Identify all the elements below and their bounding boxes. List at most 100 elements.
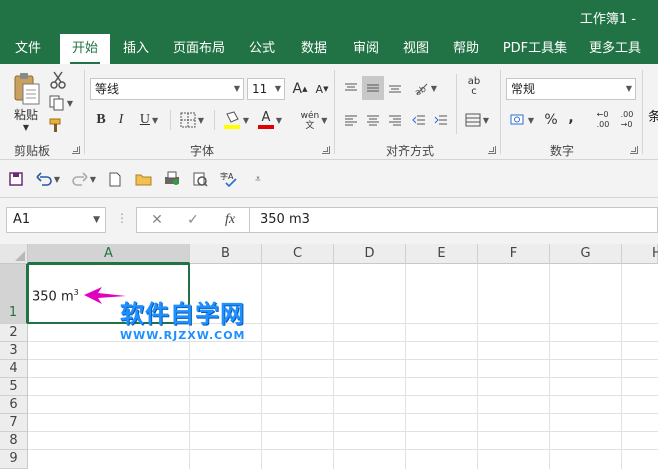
- formula-bar-grip[interactable]: ⋮: [116, 211, 128, 225]
- chevron-down-icon: ▼: [274, 84, 281, 93]
- column-header-b[interactable]: B: [190, 244, 262, 264]
- increase-decimal-button[interactable]: ←0 .00: [592, 108, 614, 132]
- bold-button[interactable]: B: [92, 110, 110, 130]
- save-icon[interactable]: [6, 168, 26, 190]
- accounting-format-button[interactable]: ▼: [506, 110, 538, 130]
- align-bottom-icon[interactable]: [386, 78, 404, 98]
- customize-qat-icon[interactable]: ⩡: [250, 168, 266, 190]
- alignment-launcher-icon[interactable]: [488, 146, 496, 154]
- decrease-indent-icon[interactable]: [410, 110, 428, 130]
- cell-a1-value[interactable]: 350 m3: [32, 288, 79, 304]
- tab-file[interactable]: 文件: [6, 34, 50, 64]
- paste-dropdown-icon[interactable]: ▼: [20, 122, 32, 132]
- tab-view[interactable]: 视图: [394, 34, 438, 64]
- gridline: [261, 264, 262, 469]
- row-header-1[interactable]: 1: [0, 264, 28, 324]
- open-folder-icon[interactable]: [134, 168, 154, 190]
- paste-label[interactable]: 粘贴: [10, 106, 42, 122]
- borders-icon: [180, 112, 196, 128]
- decrease-font-size-button[interactable]: A ▼: [313, 78, 331, 100]
- clipboard-group-label: 剪贴板: [14, 144, 51, 158]
- tab-data[interactable]: 数据: [292, 34, 336, 64]
- row-header-6[interactable]: 6: [0, 396, 28, 414]
- conditional-format-partial-label[interactable]: 条: [648, 106, 658, 125]
- increase-font-size-button[interactable]: A ▲: [291, 78, 309, 100]
- gridline: [549, 264, 550, 469]
- align-right-icon[interactable]: [386, 110, 404, 130]
- merge-center-button[interactable]: ▼: [462, 110, 492, 130]
- decrease-decimal-button[interactable]: .00 →0: [616, 108, 638, 132]
- align-left-icon[interactable]: [342, 110, 360, 130]
- column-header-d[interactable]: D: [334, 244, 406, 264]
- paste-icon: [14, 73, 40, 105]
- new-file-icon[interactable]: [106, 168, 124, 190]
- worksheet-grid[interactable]: A B C D E F G H 1 2 3 4 5 6 7 8 9 350 m3…: [0, 244, 658, 469]
- chevron-down-icon: ▼: [625, 84, 632, 93]
- font-launcher-icon[interactable]: [322, 146, 330, 154]
- gridline: [405, 264, 406, 469]
- tab-more-tools[interactable]: 更多工具: [582, 34, 648, 64]
- row-header-7[interactable]: 7: [0, 414, 28, 432]
- quick-print-icon[interactable]: [190, 168, 210, 190]
- tab-formulas[interactable]: 公式: [240, 34, 284, 64]
- divider: [456, 74, 457, 134]
- tab-insert[interactable]: 插入: [114, 34, 158, 64]
- undo-icon[interactable]: ▼: [34, 168, 62, 190]
- enter-icon[interactable]: ✓: [181, 210, 205, 230]
- fill-color-button[interactable]: ▼: [220, 108, 252, 132]
- watermark-title: 软件自学网: [120, 300, 245, 328]
- divider: [170, 110, 171, 130]
- align-top-icon[interactable]: [342, 78, 360, 98]
- number-format-select[interactable]: 常规 ▼: [506, 78, 636, 100]
- borders-button[interactable]: ▼: [176, 110, 208, 130]
- insert-function-button[interactable]: fx: [217, 210, 243, 230]
- tab-page-layout[interactable]: 页面布局: [168, 34, 230, 64]
- copy-icon[interactable]: ▼: [46, 94, 76, 112]
- font-size-select[interactable]: 11 ▼: [247, 78, 285, 100]
- increase-indent-icon[interactable]: [432, 110, 450, 130]
- gridline: [28, 359, 658, 360]
- column-header-h[interactable]: H: [622, 244, 658, 264]
- comma-button[interactable]: ,: [564, 108, 578, 128]
- orientation-icon[interactable]: ab▼: [410, 78, 440, 98]
- formula-input[interactable]: 350 m3: [250, 207, 658, 233]
- align-middle-icon[interactable]: [362, 76, 384, 100]
- font-name-select[interactable]: 等线 ▼: [90, 78, 244, 100]
- gridline: [477, 264, 478, 469]
- font-group-label: 字体: [190, 144, 215, 158]
- clipboard-launcher-icon[interactable]: [72, 146, 80, 154]
- underline-button[interactable]: U ▼: [134, 110, 164, 130]
- italic-button[interactable]: I: [112, 110, 130, 130]
- percent-button[interactable]: %: [542, 110, 560, 130]
- tab-help[interactable]: 帮助: [444, 34, 488, 64]
- row-header-9[interactable]: 9: [0, 450, 28, 469]
- spelling-icon[interactable]: 字A: [218, 168, 242, 190]
- tab-home[interactable]: 开始: [60, 34, 110, 64]
- column-header-e[interactable]: E: [406, 244, 478, 264]
- row-header-3[interactable]: 3: [0, 342, 28, 360]
- cut-icon[interactable]: [48, 70, 68, 90]
- row-header-8[interactable]: 8: [0, 432, 28, 450]
- paste-button[interactable]: [10, 72, 42, 106]
- align-center-icon[interactable]: [364, 110, 382, 130]
- column-header-c[interactable]: C: [262, 244, 334, 264]
- name-box[interactable]: A1 ▼: [6, 207, 106, 233]
- divider: [214, 110, 215, 130]
- tab-pdf-tools[interactable]: PDF工具集: [498, 34, 572, 64]
- print-preview-icon[interactable]: [162, 168, 182, 190]
- row-header-4[interactable]: 4: [0, 360, 28, 378]
- font-color-button[interactable]: A ▼: [254, 108, 286, 132]
- row-header-2[interactable]: 2: [0, 324, 28, 342]
- wrap-text-button[interactable]: ab c: [462, 74, 486, 100]
- format-painter-icon[interactable]: [48, 116, 68, 134]
- phonetic-guide-button[interactable]: wén 文 ▼: [298, 108, 330, 134]
- cancel-icon[interactable]: ✕: [145, 210, 169, 230]
- tab-review[interactable]: 审阅: [344, 34, 388, 64]
- number-launcher-icon[interactable]: [630, 146, 638, 154]
- redo-icon[interactable]: ▼: [70, 168, 98, 190]
- column-header-f[interactable]: F: [478, 244, 550, 264]
- column-header-g[interactable]: G: [550, 244, 622, 264]
- column-header-a[interactable]: A: [28, 244, 190, 264]
- row-header-5[interactable]: 5: [0, 378, 28, 396]
- select-all-button[interactable]: [0, 244, 28, 264]
